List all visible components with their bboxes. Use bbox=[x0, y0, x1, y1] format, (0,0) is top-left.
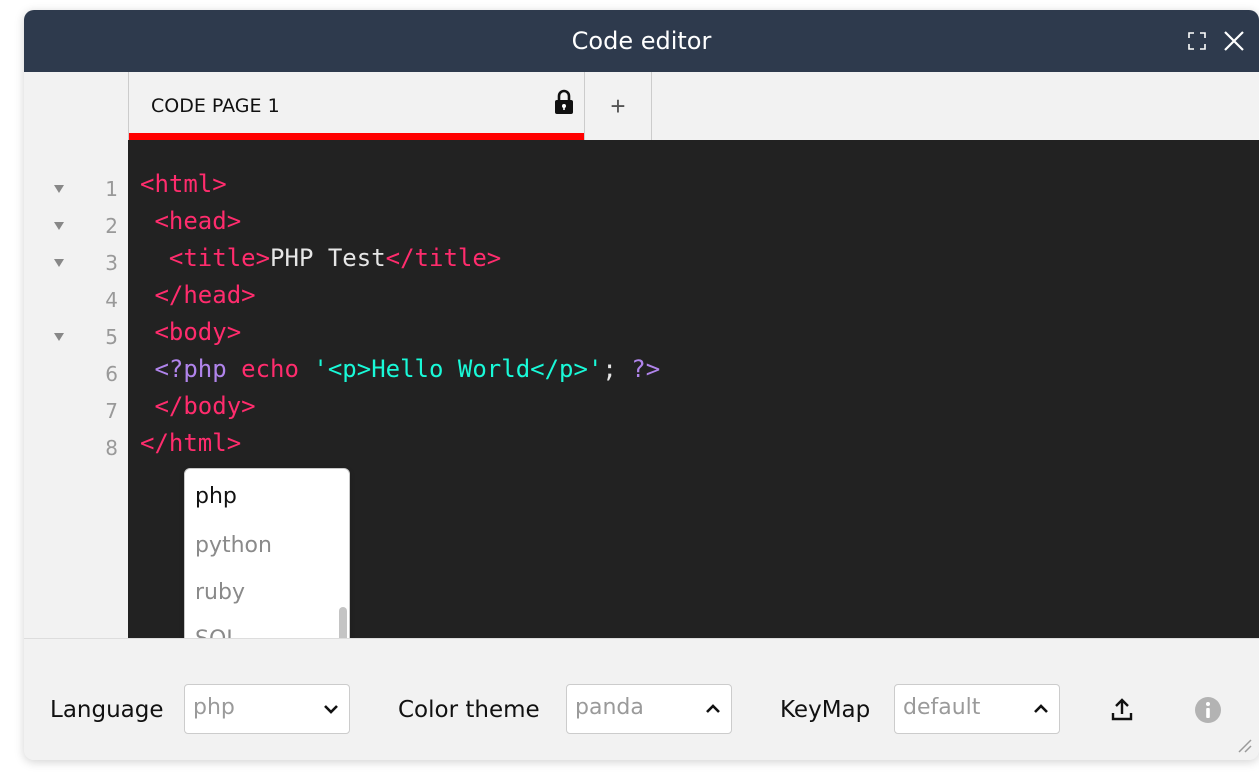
keymap-select-value: default bbox=[903, 695, 981, 720]
code-token: '<p>Hello World</p>' bbox=[313, 355, 603, 383]
code-line: </html> bbox=[140, 425, 241, 462]
code-token: <title> bbox=[140, 244, 271, 272]
code-editor-window: Code editor CODE PAGE 1 + 1 2 3 4 5 6 7 8 <html… bbox=[24, 10, 1259, 760]
code-token: <head> bbox=[140, 207, 242, 235]
color-theme-select-value: panda bbox=[575, 695, 644, 720]
gutter-line: 2 bbox=[24, 210, 128, 247]
keymap-label: KeyMap bbox=[780, 697, 871, 723]
code-token: echo bbox=[226, 355, 314, 383]
line-number: 7 bbox=[105, 399, 118, 423]
code-line: <?php echo '<p>Hello World</p>'; ?> bbox=[140, 351, 660, 388]
code-line: <html> bbox=[140, 166, 227, 203]
code-token: PHP Test bbox=[270, 244, 386, 272]
language-option-python[interactable]: python bbox=[195, 523, 272, 569]
gutter-line: 4 bbox=[24, 284, 128, 321]
gutter-line: 5 bbox=[24, 321, 128, 358]
language-option-php[interactable]: php bbox=[195, 474, 237, 520]
code-token: </html> bbox=[140, 429, 242, 457]
title-actions bbox=[1187, 10, 1247, 72]
gutter-line: 6 bbox=[24, 358, 128, 395]
gutter-line: 8 bbox=[24, 432, 128, 469]
code-line: <head> bbox=[140, 203, 241, 240]
expand-icon[interactable] bbox=[1187, 31, 1207, 51]
line-number: 4 bbox=[105, 288, 118, 312]
info-icon[interactable] bbox=[1194, 696, 1222, 724]
code-token: <html> bbox=[140, 170, 227, 198]
fold-arrow-icon[interactable] bbox=[54, 259, 64, 267]
add-tab-button[interactable]: + bbox=[584, 72, 652, 140]
line-number: 3 bbox=[105, 251, 118, 275]
language-option-ruby[interactable]: ruby bbox=[195, 570, 245, 616]
code-line: <title>PHP Test</title> bbox=[140, 240, 501, 277]
code-token: </head> bbox=[140, 281, 256, 309]
fold-arrow-icon[interactable] bbox=[54, 333, 64, 341]
lock-icon bbox=[555, 89, 573, 114]
color-theme-label: Color theme bbox=[398, 697, 540, 723]
chevron-up-icon bbox=[1034, 704, 1048, 713]
color-theme-select[interactable]: panda bbox=[566, 684, 732, 734]
code-token: ; bbox=[602, 355, 632, 383]
keymap-select[interactable]: default bbox=[894, 684, 1060, 734]
gutter-line: 7 bbox=[24, 395, 128, 432]
close-icon[interactable] bbox=[1221, 28, 1247, 54]
fold-arrow-icon[interactable] bbox=[54, 222, 64, 230]
fold-arrow-icon[interactable] bbox=[54, 185, 64, 193]
tab-label: CODE PAGE 1 bbox=[151, 95, 280, 117]
line-number: 2 bbox=[105, 214, 118, 238]
active-tab-indicator bbox=[129, 133, 584, 140]
code-token: </body> bbox=[140, 392, 256, 420]
code-token: <?php bbox=[140, 355, 227, 383]
chevron-up-icon bbox=[706, 704, 720, 713]
editor-footer: Language php Color theme panda KeyMap de… bbox=[24, 638, 1259, 760]
code-token: </title> bbox=[385, 244, 502, 272]
code-token: ?> bbox=[631, 355, 661, 383]
title-bar: Code editor bbox=[24, 10, 1259, 72]
tab-code-page-1[interactable]: CODE PAGE 1 bbox=[128, 72, 584, 140]
line-number: 8 bbox=[105, 436, 118, 460]
code-token: <body> bbox=[140, 318, 242, 346]
line-number: 5 bbox=[105, 325, 118, 349]
code-line: </head> bbox=[140, 277, 256, 314]
language-label: Language bbox=[50, 697, 164, 723]
line-number: 6 bbox=[105, 362, 118, 386]
line-number-gutter: 1 2 3 4 5 6 7 8 bbox=[24, 140, 128, 638]
language-select[interactable]: php bbox=[184, 684, 350, 734]
gutter-line: 1 bbox=[24, 173, 128, 210]
upload-icon[interactable] bbox=[1109, 697, 1135, 723]
language-select-value: php bbox=[193, 695, 235, 720]
code-line: </body> bbox=[140, 388, 256, 425]
window-title: Code editor bbox=[571, 27, 712, 55]
chevron-down-icon bbox=[324, 705, 338, 714]
gutter-line: 3 bbox=[24, 247, 128, 284]
code-line: <body> bbox=[140, 314, 241, 351]
resize-grip-icon[interactable] bbox=[1235, 736, 1253, 754]
tab-bar: CODE PAGE 1 + bbox=[128, 72, 652, 140]
line-number: 1 bbox=[105, 177, 118, 201]
